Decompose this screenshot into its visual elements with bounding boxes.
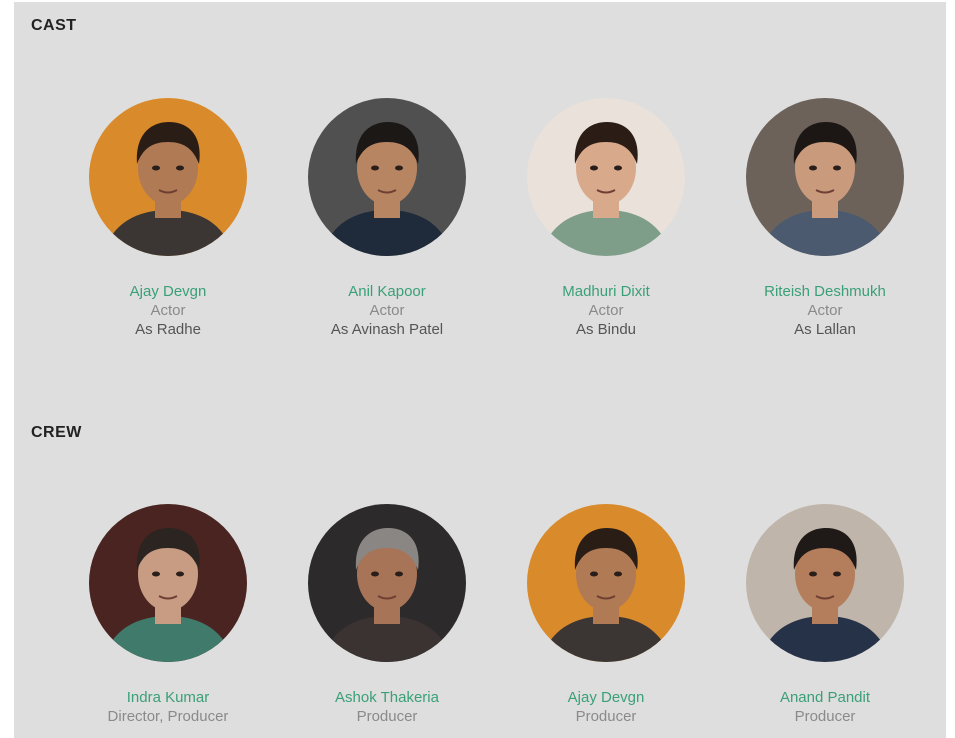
person-name[interactable]: Indra Kumar — [68, 688, 268, 707]
portrait-photo — [89, 98, 247, 256]
person-role: Actor — [807, 302, 843, 319]
avatar[interactable] — [308, 504, 466, 662]
person-name[interactable]: Ajay Devgn — [506, 688, 706, 707]
crew-heading: CREW — [31, 424, 82, 441]
person-name[interactable]: Ashok Thakeria — [287, 688, 487, 707]
avatar[interactable] — [89, 98, 247, 256]
portrait-photo — [527, 504, 685, 662]
person-name[interactable]: Riteish Deshmukh — [725, 282, 925, 301]
person-role: Actor — [588, 302, 624, 319]
person-character: As Avinash Patel — [330, 321, 444, 338]
cast-member-2[interactable]: Madhuri Dixit Actor As Bindu — [506, 98, 706, 339]
avatar[interactable] — [308, 98, 466, 256]
crew-member-1[interactable]: Ashok Thakeria Producer — [287, 504, 487, 726]
portrait-photo — [308, 504, 466, 662]
person-name[interactable]: Madhuri Dixit — [506, 282, 706, 301]
portrait-photo — [746, 504, 904, 662]
avatar[interactable] — [746, 504, 904, 662]
person-role: Producer — [575, 708, 637, 725]
crew-member-0[interactable]: Indra Kumar Director, Producer — [68, 504, 268, 726]
avatar[interactable] — [746, 98, 904, 256]
person-name[interactable]: Ajay Devgn — [68, 282, 268, 301]
portrait-photo — [746, 98, 904, 256]
cast-crew-panel: CAST Ajay Devgn Actor As Radhe Anil Kapo… — [14, 2, 946, 738]
portrait-photo — [308, 98, 466, 256]
person-name[interactable]: Anil Kapoor — [287, 282, 487, 301]
avatar[interactable] — [89, 504, 247, 662]
avatar[interactable] — [527, 98, 685, 256]
person-name[interactable]: Anand Pandit — [725, 688, 925, 707]
cast-member-3[interactable]: Riteish Deshmukh Actor As Lallan — [725, 98, 925, 339]
person-role: Director, Producer — [107, 708, 229, 725]
person-character: As Bindu — [575, 321, 637, 338]
cast-member-0[interactable]: Ajay Devgn Actor As Radhe — [68, 98, 268, 339]
person-role: Actor — [369, 302, 405, 319]
crew-member-3[interactable]: Anand Pandit Producer — [725, 504, 925, 726]
portrait-photo — [527, 98, 685, 256]
cast-heading: CAST — [31, 17, 77, 34]
cast-member-1[interactable]: Anil Kapoor Actor As Avinash Patel — [287, 98, 487, 339]
person-role: Producer — [356, 708, 418, 725]
avatar[interactable] — [527, 504, 685, 662]
person-role: Producer — [794, 708, 856, 725]
person-role: Actor — [150, 302, 186, 319]
crew-member-2[interactable]: Ajay Devgn Producer — [506, 504, 706, 726]
portrait-photo — [89, 504, 247, 662]
person-character: As Radhe — [135, 321, 201, 338]
person-character: As Lallan — [794, 321, 856, 338]
